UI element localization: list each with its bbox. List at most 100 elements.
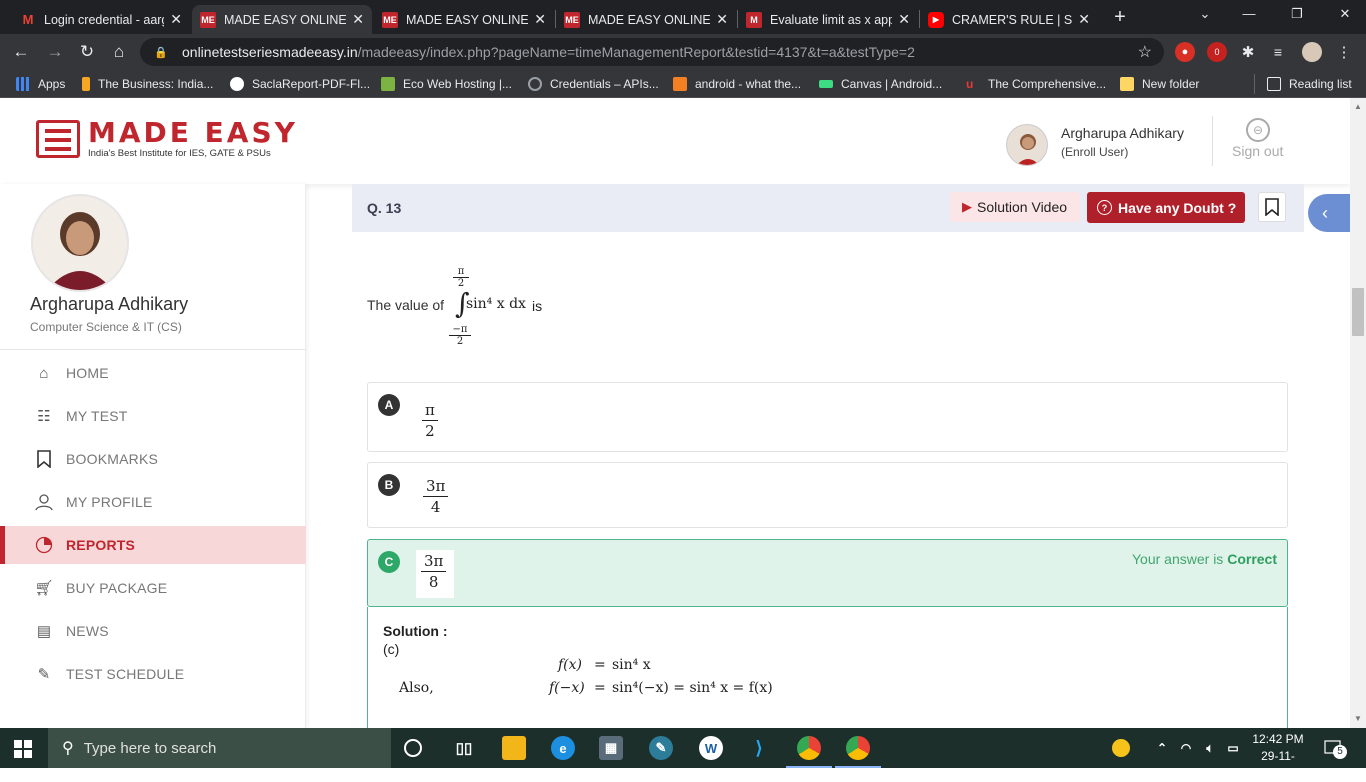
sidebar-item-label: BUY PACKAGE <box>66 580 168 596</box>
speaker-icon[interactable]: 🔈︎ <box>1198 736 1222 760</box>
puzzle-icon[interactable]: ✱ <box>1238 42 1258 62</box>
app-w-icon[interactable]: W <box>699 736 723 760</box>
taskbar-clock[interactable]: 12:42 PM 29-11-2021 <box>1248 731 1308 782</box>
have-doubt-label: Have any Doubt ? <box>1118 199 1237 216</box>
reading-list-label: Reading list <box>1289 77 1352 91</box>
solution-line2-eq: = <box>594 680 606 696</box>
browser-tab[interactable]: ▶ CRAMER'S RULE | SHC ✕ <box>920 5 1098 34</box>
bookmark-item[interactable]: Eco Web Hosting |... <box>381 76 512 92</box>
bookmark-item[interactable]: android - what the... <box>673 76 801 92</box>
extension-badge-icon[interactable]: 0 <box>1207 42 1227 62</box>
cortana-icon[interactable] <box>404 739 422 757</box>
store-icon[interactable]: ▦ <box>599 736 623 760</box>
close-window-button[interactable]: ✕ <box>1330 6 1360 22</box>
minimize-button[interactable]: — <box>1234 6 1264 21</box>
collapse-panel-button[interactable]: ‹ <box>1308 194 1350 232</box>
file-explorer-icon[interactable] <box>502 736 526 760</box>
sidebar-item-buy-package[interactable]: 🛒︎ BUY PACKAGE <box>0 569 306 607</box>
header-divider <box>1212 116 1213 166</box>
wifi-icon[interactable]: ◠ <box>1174 736 1198 760</box>
option-c-correct[interactable]: C 3π 8 Your answer is Correct <box>367 539 1288 607</box>
chrome-icon[interactable] <box>786 736 832 768</box>
bookmark-item[interactable]: u The Comprehensive... <box>966 76 1106 92</box>
signout-icon[interactable]: ⊖ <box>1246 118 1270 142</box>
tab-search-icon[interactable]: ⌄ <box>1190 6 1220 22</box>
close-tab-icon[interactable]: ✕ <box>898 11 910 28</box>
header-user-name: Argharupa Adhikary <box>1061 125 1184 141</box>
bookmark-label: New folder <box>1142 77 1200 91</box>
bookmark-folder[interactable]: New folder <box>1120 76 1199 92</box>
news-icon: ▤ <box>36 623 52 640</box>
option-a[interactable]: A π2 <box>367 382 1288 452</box>
close-tab-icon[interactable]: ✕ <box>716 11 728 28</box>
scrollbar-thumb[interactable] <box>1352 288 1364 336</box>
sidebar-item-test-schedule[interactable]: ✎ TEST SCHEDULE <box>0 655 306 693</box>
extension-icon[interactable]: ● <box>1175 42 1195 62</box>
scroll-down-icon[interactable]: ▼ <box>1354 714 1362 723</box>
taskbar-search[interactable]: ⚲ Type here to search <box>48 728 391 768</box>
browser-tab-active[interactable]: ME MADE EASY ONLINE T ✕ <box>192 5 372 34</box>
home-icon[interactable]: ⌂ <box>108 41 130 63</box>
reload-icon[interactable]: ↻ <box>76 41 98 63</box>
scroll-up-icon[interactable]: ▲ <box>1354 102 1362 111</box>
browser-tab[interactable]: M Login credential - aarg ✕ <box>12 5 190 34</box>
bookmark-item[interactable]: SaclaReport-PDF-Fl... <box>230 76 370 92</box>
new-tab-button[interactable]: + <box>1110 6 1130 28</box>
signout-link[interactable]: Sign out <box>1232 143 1283 159</box>
madeeasy-icon: ME <box>382 11 398 28</box>
browser-tab[interactable]: ME MADE EASY ONLINE T ✕ <box>374 5 554 34</box>
header-avatar[interactable] <box>1006 124 1048 166</box>
close-tab-icon[interactable]: ✕ <box>170 11 182 28</box>
menu-kebab-icon[interactable]: ⋮ <box>1334 42 1354 62</box>
wordpress-icon <box>230 77 244 91</box>
close-tab-icon[interactable]: ✕ <box>352 11 364 28</box>
bookmark-favicon <box>82 77 90 91</box>
sidebar-item-news[interactable]: ▤ NEWS <box>0 612 306 650</box>
battery-icon[interactable]: ▭ <box>1221 736 1245 760</box>
bookmark-item[interactable]: Credentials – APIs... <box>528 76 659 92</box>
page-scrollbar[interactable]: ▲ ▼ <box>1350 98 1366 728</box>
browser-tab[interactable]: ME MADE EASY ONLINE T ✕ <box>556 5 736 34</box>
sidebar-item-home[interactable]: ⌂ HOME <box>0 354 306 392</box>
bookmark-question-button[interactable] <box>1258 192 1286 222</box>
edge-icon[interactable]: e <box>551 736 575 760</box>
weather-icon[interactable] <box>1112 739 1130 757</box>
notification-center-icon[interactable]: 5 <box>1324 738 1347 759</box>
question-header: Q. 13 ▶ Solution Video ? Have any Doubt ? <box>352 184 1304 232</box>
bookmark-label: android - what the... <box>695 77 802 91</box>
bookmark-item[interactable]: The Business: India... <box>82 76 213 92</box>
tray-chevron-up-icon[interactable]: ⌃ <box>1150 736 1174 760</box>
sidebar-item-my-test[interactable]: ☷ MY TEST <box>0 397 306 435</box>
task-view-icon[interactable]: ▯▯ <box>452 736 476 760</box>
sidebar-item-label: TEST SCHEDULE <box>66 666 185 682</box>
answer-status: Your answer is Correct <box>1132 551 1277 567</box>
reading-list[interactable]: Reading list <box>1267 76 1352 92</box>
windows-start-icon[interactable] <box>14 740 32 758</box>
sidebar-divider <box>0 349 306 350</box>
chrome-profile-icon[interactable] <box>835 736 881 768</box>
madeeasy-logo[interactable]: MADE EASY India's Best Institute for IES… <box>36 118 308 162</box>
back-icon[interactable]: ← <box>10 41 32 63</box>
bookmark-star-icon[interactable]: ☆ <box>1138 42 1152 62</box>
restore-button[interactable]: ❐ <box>1282 6 1312 22</box>
profile-avatar[interactable] <box>1302 42 1322 62</box>
close-tab-icon[interactable]: ✕ <box>534 11 546 28</box>
bookmark-item[interactable]: Canvas | Android... <box>819 76 942 92</box>
bookmarks-bar: Apps The Business: India... SaclaReport-… <box>0 70 1366 98</box>
vscode-icon[interactable]: ⟩ <box>747 736 771 760</box>
option-b[interactable]: B 3π 4 <box>367 462 1288 528</box>
option-numerator: 3π <box>423 477 449 497</box>
media-queue-icon[interactable]: ≡ <box>1268 42 1288 62</box>
forward-icon[interactable]: → <box>44 41 66 63</box>
sidebar-item-bookmarks[interactable]: BOOKMARKS <box>0 440 306 478</box>
have-doubt-button[interactable]: ? Have any Doubt ? <box>1087 192 1245 223</box>
browser-tab[interactable]: M Evaluate limit as x app ✕ <box>738 5 918 34</box>
sidebar-item-my-profile[interactable]: MY PROFILE <box>0 483 306 521</box>
close-tab-icon[interactable]: ✕ <box>1078 11 1090 28</box>
address-bar[interactable]: 🔒 onlinetestseriesmadeeasy.in/madeeasy/i… <box>140 38 1164 66</box>
bookmark-apps[interactable]: Apps <box>16 76 65 92</box>
paint-icon[interactable]: ✎ <box>649 736 673 760</box>
solution-video-button[interactable]: ▶ Solution Video <box>950 192 1080 222</box>
sidebar-item-reports[interactable]: REPORTS <box>0 526 306 564</box>
mathway-icon: M <box>746 11 762 28</box>
